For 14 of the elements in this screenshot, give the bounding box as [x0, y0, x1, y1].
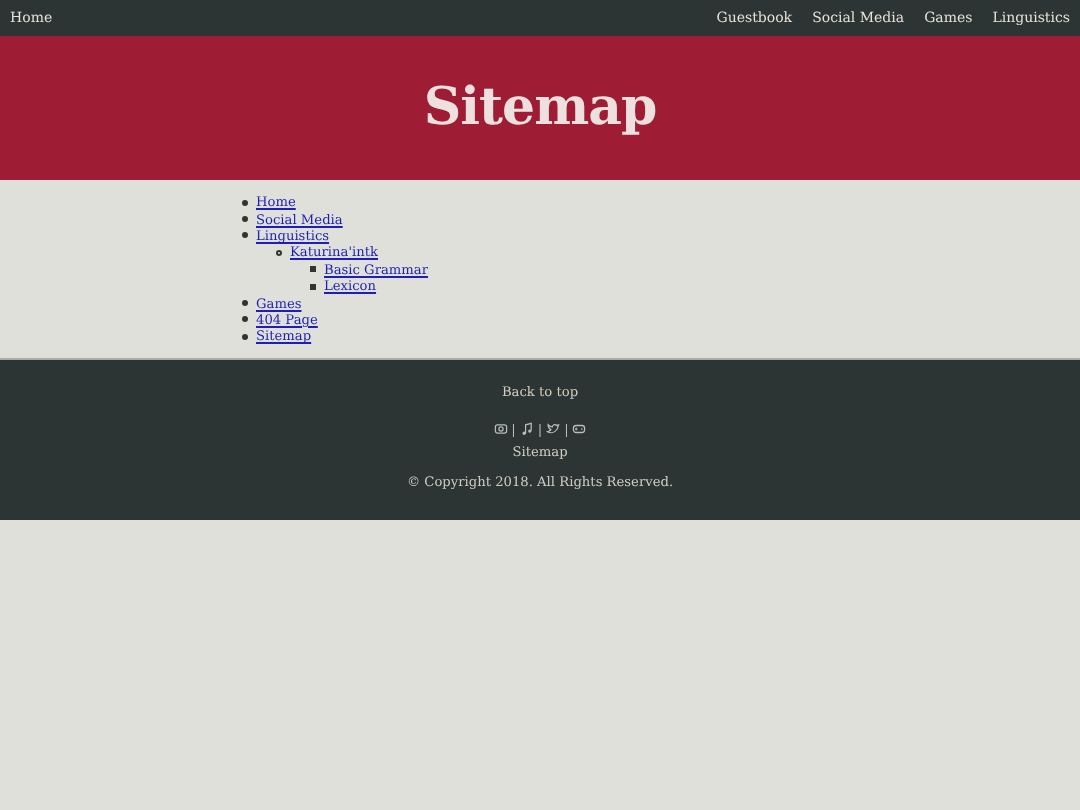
bullet-icon: [242, 216, 248, 223]
bullet-icon: [276, 249, 282, 256]
camera-icon[interactable]: [493, 422, 508, 436]
bullet-icon: [242, 300, 248, 307]
gamepad-icon[interactable]: [572, 422, 587, 436]
bullet-icon: [242, 316, 248, 323]
bullet-icon: [242, 232, 248, 239]
bird-icon[interactable]: [546, 422, 561, 436]
bullet-icon: [242, 333, 248, 340]
music-note-icon[interactable]: [519, 422, 534, 436]
bullet-icon: [310, 283, 316, 290]
bullet-icon: [310, 266, 316, 273]
bullet-icon: [242, 199, 248, 206]
page-title: Sitemap: [423, 78, 657, 138]
